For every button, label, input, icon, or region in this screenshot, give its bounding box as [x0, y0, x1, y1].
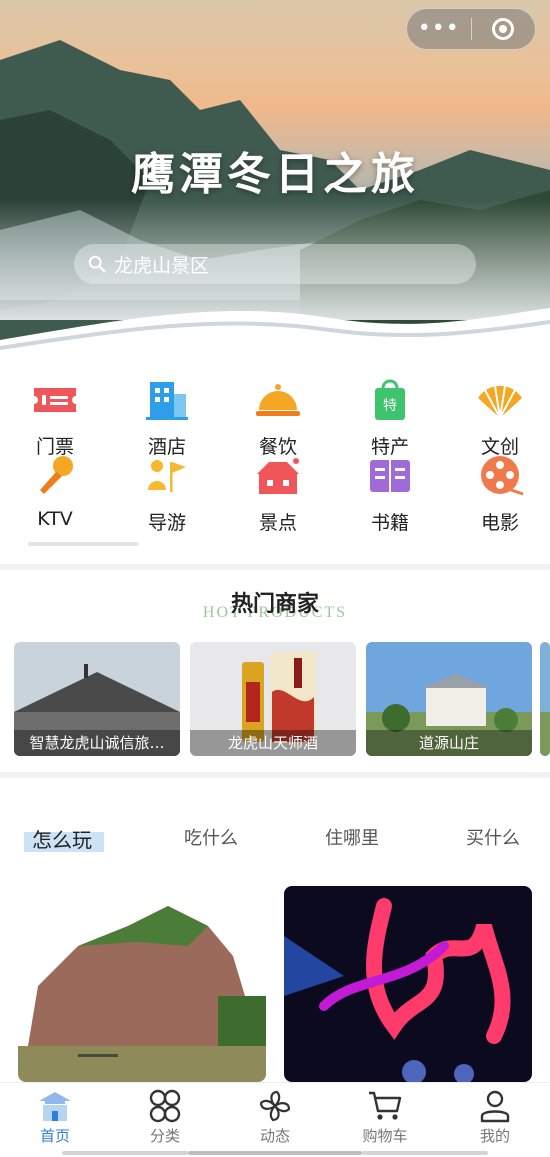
category-label: 电影 — [480, 512, 519, 534]
category-label: 书籍 — [370, 512, 409, 534]
home-indicator — [362, 1151, 488, 1155]
nav-label: 分类 — [149, 1127, 180, 1145]
nav-feed[interactable]: 动态 — [235, 1089, 315, 1146]
shop-name: 道源山庄 — [366, 730, 532, 756]
user-icon — [480, 1090, 510, 1123]
content-card-lights[interactable] — [284, 886, 532, 1082]
category-label: 景点 — [258, 512, 297, 534]
search-bar[interactable]: 龙虎山景区 — [74, 244, 476, 284]
hotel-icon — [146, 382, 188, 420]
dish-cover-icon — [256, 384, 300, 416]
flag-guide-icon — [148, 460, 186, 492]
category-books[interactable]: 书籍 — [340, 454, 440, 535]
nav-label: 首页 — [39, 1127, 70, 1145]
category-attractions[interactable]: 景点 — [228, 454, 328, 535]
category-label: KTV — [37, 508, 73, 530]
light-show-image — [284, 886, 532, 1082]
shop-name: 智慧龙虎山诚信旅… — [14, 730, 180, 756]
category-label: 导游 — [147, 512, 186, 534]
shop-card[interactable]: 龙虎山天师酒 — [190, 642, 356, 756]
category-dining[interactable]: 餐饮 — [228, 378, 328, 459]
category-scroll-indicator — [28, 542, 138, 546]
app-page: ••• 鹰潭冬日之旅 龙虎山景区 门票 酒店 餐饮 特 特产 文创 KTV 导游… — [0, 0, 550, 1157]
mini-program-capsule: ••• — [406, 8, 536, 50]
cart-icon — [369, 1091, 402, 1120]
svg-text:特: 特 — [383, 398, 397, 414]
microphone-icon — [40, 456, 73, 494]
tab-what-to-eat[interactable]: 吃什么 — [184, 824, 238, 850]
nav-label: 我的 — [479, 1127, 510, 1145]
search-placeholder: 龙虎山景区 — [114, 254, 210, 277]
section-divider — [0, 564, 550, 570]
category-movies[interactable]: 电影 — [450, 454, 550, 535]
category-tickets[interactable]: 门票 — [5, 378, 105, 459]
nav-label: 动态 — [259, 1127, 290, 1145]
shop-card[interactable]: 道源山庄 — [366, 642, 532, 756]
bottom-nav: 首页 分类 动态 购物车 我的 — [0, 1082, 550, 1157]
ticket-icon — [34, 388, 76, 412]
category-specialty[interactable]: 特 特产 — [340, 378, 440, 459]
shop-image — [540, 642, 550, 756]
fan-icon — [478, 385, 522, 419]
hero-title: 鹰潭冬日之旅 — [131, 149, 419, 200]
nav-cart[interactable]: 购物车 — [345, 1089, 425, 1146]
category-ktv[interactable]: KTV — [5, 454, 105, 530]
category-icon — [149, 1089, 181, 1123]
shop-card[interactable]: 智慧龙虎山诚信旅… — [14, 642, 180, 756]
nav-category[interactable]: 分类 — [125, 1089, 205, 1146]
home-pagoda-icon — [39, 1092, 71, 1121]
section-divider — [0, 772, 550, 778]
book-icon — [370, 460, 410, 492]
shop-name: 龙虎山天师酒 — [190, 730, 356, 756]
house-icon — [257, 458, 299, 494]
nav-label: 购物车 — [362, 1127, 408, 1145]
more-dots-icon[interactable]: ••• — [407, 8, 471, 50]
content-card-rock[interactable] — [18, 886, 266, 1082]
tab-what-to-buy[interactable]: 买什么 — [466, 824, 520, 850]
pinwheel-icon — [259, 1090, 291, 1122]
nav-home[interactable]: 首页 — [15, 1089, 95, 1146]
hero-banner: ••• 鹰潭冬日之旅 龙虎山景区 — [0, 0, 550, 360]
target-circle-icon — [492, 18, 515, 40]
hot-title: 热门商家 — [230, 592, 319, 617]
shop-card-peek[interactable] — [540, 642, 550, 756]
category-guide[interactable]: 导游 — [117, 454, 217, 535]
capsule-close-button[interactable] — [472, 18, 536, 40]
category-cultural[interactable]: 文创 — [450, 378, 550, 459]
tab-where-to-stay[interactable]: 住哪里 — [325, 824, 379, 850]
nav-profile[interactable]: 我的 — [455, 1089, 535, 1146]
guide-tabs: 怎么玩 吃什么 住哪里 买什么 — [0, 820, 550, 860]
tab-how-to-play[interactable]: 怎么玩 — [32, 824, 92, 853]
home-indicator — [62, 1151, 188, 1155]
search-icon — [88, 255, 106, 273]
home-indicator — [188, 1151, 362, 1155]
film-reel-icon — [481, 456, 524, 496]
category-hotel[interactable]: 酒店 — [117, 378, 217, 459]
rock-cliff-image — [18, 886, 266, 1082]
shopping-bag-icon: 特 — [375, 379, 405, 420]
